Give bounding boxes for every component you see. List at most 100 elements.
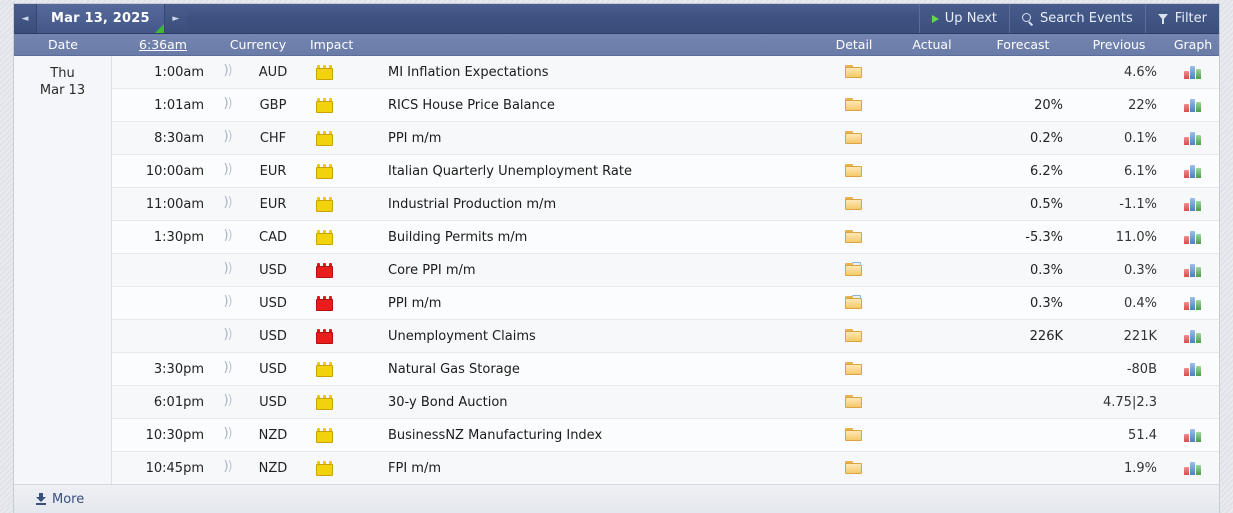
event-detail-cell[interactable]	[819, 65, 889, 79]
event-impact-cell[interactable]	[302, 64, 374, 80]
impact-yellow-icon[interactable]	[316, 196, 333, 212]
event-detail-cell[interactable]	[819, 461, 889, 475]
event-detail-cell[interactable]	[819, 197, 889, 211]
event-alert-cell[interactable]	[214, 327, 244, 343]
event-graph-cell[interactable]	[1167, 164, 1219, 178]
event-title[interactable]: RICS House Price Balance	[374, 98, 819, 113]
event-title[interactable]: BusinessNZ Manufacturing Index	[374, 428, 819, 443]
event-graph-cell[interactable]	[1167, 362, 1219, 376]
impact-yellow-icon[interactable]	[316, 163, 333, 179]
detail-folder-icon[interactable]	[845, 329, 863, 343]
graph-bars-icon[interactable]	[1184, 197, 1202, 211]
impact-yellow-icon[interactable]	[316, 130, 333, 146]
table-row[interactable]: 1:00am AUD MI Inflation Expectations 4.6%	[112, 56, 1219, 89]
speaker-icon[interactable]	[223, 327, 236, 343]
event-graph-cell[interactable]	[1167, 131, 1219, 145]
impact-yellow-icon[interactable]	[316, 394, 333, 410]
event-detail-cell[interactable]	[819, 98, 889, 112]
event-graph-cell[interactable]	[1167, 65, 1219, 79]
event-detail-cell[interactable]	[819, 362, 889, 376]
search-events-button[interactable]: Search Events	[1008, 4, 1145, 33]
event-alert-cell[interactable]	[214, 129, 244, 145]
event-alert-cell[interactable]	[214, 426, 244, 442]
table-row[interactable]: 6:01pm USD 30-y Bond Auction 4.75|2.3	[112, 386, 1219, 419]
detail-folder-icon[interactable]	[845, 131, 863, 145]
detail-folder-icon[interactable]	[845, 428, 863, 442]
table-row[interactable]: USD Core PPI m/m 0.3% 0.3%	[112, 254, 1219, 287]
event-alert-cell[interactable]	[214, 294, 244, 310]
event-graph-cell[interactable]	[1167, 263, 1219, 277]
event-detail-cell[interactable]	[819, 395, 889, 409]
detail-folder-icon[interactable]	[845, 164, 863, 178]
table-row[interactable]: USD PPI m/m 0.3% 0.4%	[112, 287, 1219, 320]
impact-yellow-icon[interactable]	[316, 460, 333, 476]
event-graph-cell[interactable]	[1167, 428, 1219, 442]
event-detail-cell[interactable]	[819, 164, 889, 178]
graph-bars-icon[interactable]	[1184, 98, 1202, 112]
detail-folder-icon[interactable]	[845, 197, 863, 211]
event-title[interactable]: PPI m/m	[374, 296, 819, 311]
column-header-time[interactable]: 6:36am	[112, 37, 214, 52]
detail-folder-icon[interactable]	[845, 98, 863, 112]
impact-yellow-icon[interactable]	[316, 97, 333, 113]
event-alert-cell[interactable]	[214, 228, 244, 244]
event-detail-cell[interactable]	[819, 428, 889, 442]
speaker-icon[interactable]	[223, 294, 236, 310]
speaker-icon[interactable]	[223, 261, 236, 277]
event-impact-cell[interactable]	[302, 130, 374, 146]
impact-yellow-icon[interactable]	[316, 427, 333, 443]
detail-folder-icon[interactable]	[845, 65, 863, 79]
speaker-icon[interactable]	[223, 129, 236, 145]
impact-yellow-icon[interactable]	[316, 361, 333, 377]
column-header-impact[interactable]: Impact	[302, 37, 374, 52]
event-impact-cell[interactable]	[302, 361, 374, 377]
event-impact-cell[interactable]	[302, 328, 374, 344]
speaker-icon[interactable]	[223, 228, 236, 244]
previous-day-button[interactable]: ◄	[14, 4, 37, 33]
event-alert-cell[interactable]	[214, 261, 244, 277]
event-graph-cell[interactable]	[1167, 197, 1219, 211]
event-detail-cell[interactable]	[819, 329, 889, 343]
table-row[interactable]: 10:00am EUR Italian Quarterly Unemployment…	[112, 155, 1219, 188]
impact-yellow-icon[interactable]	[316, 229, 333, 245]
detail-folder-icon[interactable]	[845, 362, 863, 376]
event-impact-cell[interactable]	[302, 394, 374, 410]
speaker-icon[interactable]	[223, 459, 236, 475]
up-next-button[interactable]: Up Next	[918, 4, 1009, 33]
event-alert-cell[interactable]	[214, 63, 244, 79]
table-row[interactable]: 1:30pm CAD Building Permits m/m -5.3% 11.0%	[112, 221, 1219, 254]
event-impact-cell[interactable]	[302, 163, 374, 179]
event-title[interactable]: 30-y Bond Auction	[374, 395, 819, 410]
event-impact-cell[interactable]	[302, 427, 374, 443]
event-detail-cell[interactable]	[819, 131, 889, 145]
event-impact-cell[interactable]	[302, 196, 374, 212]
event-title[interactable]: Industrial Production m/m	[374, 197, 819, 212]
event-title[interactable]: Unemployment Claims	[374, 329, 819, 344]
table-row[interactable]: 11:00am EUR Industrial Production m/m 0.5% -…	[112, 188, 1219, 221]
impact-yellow-icon[interactable]	[316, 64, 333, 80]
timezone-time-link[interactable]: 6:36am	[139, 37, 187, 52]
event-title[interactable]: Natural Gas Storage	[374, 362, 819, 377]
event-detail-cell[interactable]	[819, 295, 889, 310]
table-row[interactable]: 10:45pm NZD FPI m/m 1.9%	[112, 452, 1219, 484]
event-alert-cell[interactable]	[214, 96, 244, 112]
impact-red-icon[interactable]	[316, 295, 333, 311]
event-impact-cell[interactable]	[302, 97, 374, 113]
impact-red-icon[interactable]	[316, 328, 333, 344]
event-graph-cell[interactable]	[1167, 461, 1219, 475]
event-title[interactable]: PPI m/m	[374, 131, 819, 146]
event-graph-cell[interactable]	[1167, 230, 1219, 244]
next-day-button[interactable]: ►	[163, 4, 187, 33]
event-graph-cell[interactable]	[1167, 98, 1219, 112]
column-header-currency[interactable]: Currency	[214, 37, 302, 52]
table-row[interactable]: 3:30pm USD Natural Gas Storage -80B	[112, 353, 1219, 386]
detail-folder-document-icon[interactable]	[845, 295, 863, 310]
graph-bars-icon[interactable]	[1184, 329, 1202, 343]
detail-folder-icon[interactable]	[845, 395, 863, 409]
table-row[interactable]: USD Unemployment Claims 226K 221K	[112, 320, 1219, 353]
event-title[interactable]: MI Inflation Expectations	[374, 65, 819, 80]
table-row[interactable]: 1:01am GBP RICS House Price Balance 20% 22%	[112, 89, 1219, 122]
detail-folder-icon[interactable]	[845, 230, 863, 244]
event-detail-cell[interactable]	[819, 230, 889, 244]
event-graph-cell[interactable]	[1167, 296, 1219, 310]
